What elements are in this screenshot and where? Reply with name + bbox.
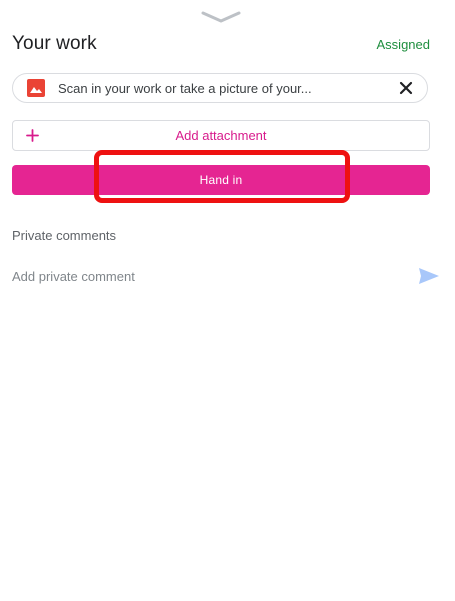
your-work-header: Your work Assigned bbox=[12, 31, 430, 57]
send-icon[interactable] bbox=[418, 267, 440, 285]
add-attachment-button[interactable]: Add attachment bbox=[12, 120, 430, 151]
close-icon[interactable] bbox=[399, 81, 413, 95]
add-attachment-label: Add attachment bbox=[175, 128, 267, 143]
plus-icon bbox=[26, 129, 39, 142]
attachment-chip[interactable]: Scan in your work or take a picture of y… bbox=[12, 73, 428, 103]
hand-in-button[interactable]: Hand in bbox=[12, 165, 430, 195]
page-title: Your work bbox=[12, 33, 97, 54]
private-comment-row bbox=[12, 263, 443, 289]
private-comments-heading: Private comments bbox=[12, 228, 117, 243]
attachment-name: Scan in your work or take a picture of y… bbox=[58, 80, 312, 96]
private-comment-input[interactable] bbox=[12, 265, 418, 287]
hand-in-label: Hand in bbox=[199, 173, 243, 187]
chevron-down-icon[interactable] bbox=[200, 10, 242, 24]
status-badge: Assigned bbox=[376, 36, 430, 52]
image-icon bbox=[27, 79, 45, 97]
